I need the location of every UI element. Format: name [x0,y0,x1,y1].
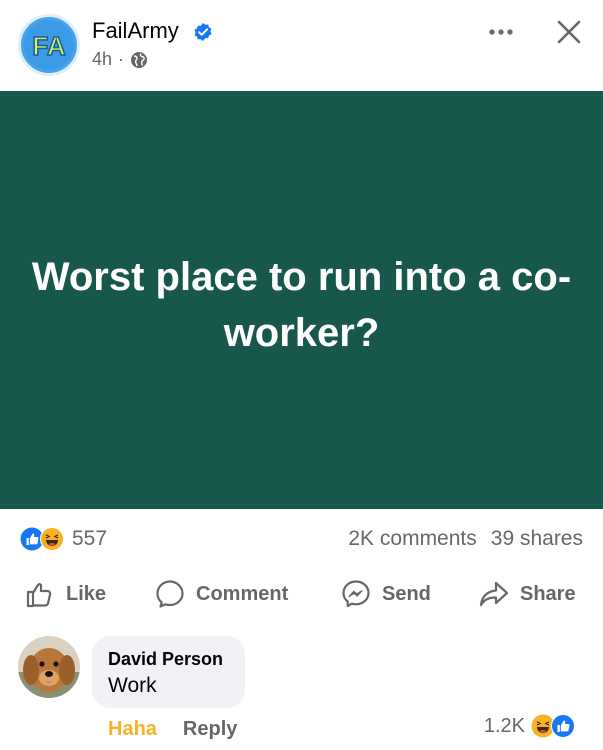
share-label: Share [520,582,576,605]
share-arrow-icon [479,581,509,607]
thumbs-up-icon [26,583,52,608]
failarmy-logo: FA [24,20,74,70]
more-dots-icon[interactable] [486,22,516,42]
close-icon[interactable] [555,18,583,46]
action-bar: Like Comment Send Share [0,574,603,614]
comment-button[interactable]: Comment [154,574,288,614]
page-name[interactable]: FailArmy [92,18,179,44]
like-reaction-icon [551,714,575,738]
svg-text:FA: FA [32,31,65,61]
comment-bubble[interactable]: David Person Work [92,636,245,708]
comment-reply-button[interactable]: Reply [183,718,237,741]
comments-count-link[interactable]: 2K comments [348,527,476,551]
reaction-summary[interactable]: 557 [20,527,107,551]
like-button[interactable]: Like [24,574,106,614]
dog-avatar-image [18,636,80,698]
post-header: FA FailArmy 4h · [0,0,603,90]
send-button[interactable]: Send [340,574,431,614]
post-text: Worst place to run into a co-worker? [31,255,572,355]
reaction-count: 557 [72,527,108,550]
comment-author[interactable]: David Person [108,649,223,670]
messenger-icon [342,580,370,608]
globe-icon [131,51,148,68]
comment-reaction-count: 1.2K [483,714,525,737]
send-label: Send [382,582,431,605]
comment-haha-button[interactable]: Haha [108,718,157,741]
engagement-stats: 2K comments 39 shares [348,527,583,551]
share-button[interactable]: Share [478,574,576,614]
comment-text: Work [108,674,157,697]
verified-badge-icon [194,23,212,41]
comment-actions: Haha Reply [108,718,237,741]
page-avatar[interactable]: FA [18,14,80,76]
like-label: Like [66,582,107,605]
commenter-avatar[interactable] [18,636,80,698]
comment-reactions[interactable]: 1.2K [484,714,575,738]
haha-reaction-icon [40,527,64,551]
speech-bubble-icon [156,580,184,608]
post-time[interactable]: 4h [92,49,112,70]
comment-label: Comment [196,582,289,605]
shares-count-link[interactable]: 39 shares [491,527,583,551]
meta-separator: · [118,49,125,69]
post-meta: 4h · [92,49,148,70]
post-media[interactable]: Worst place to run into a co-worker? [0,91,603,509]
